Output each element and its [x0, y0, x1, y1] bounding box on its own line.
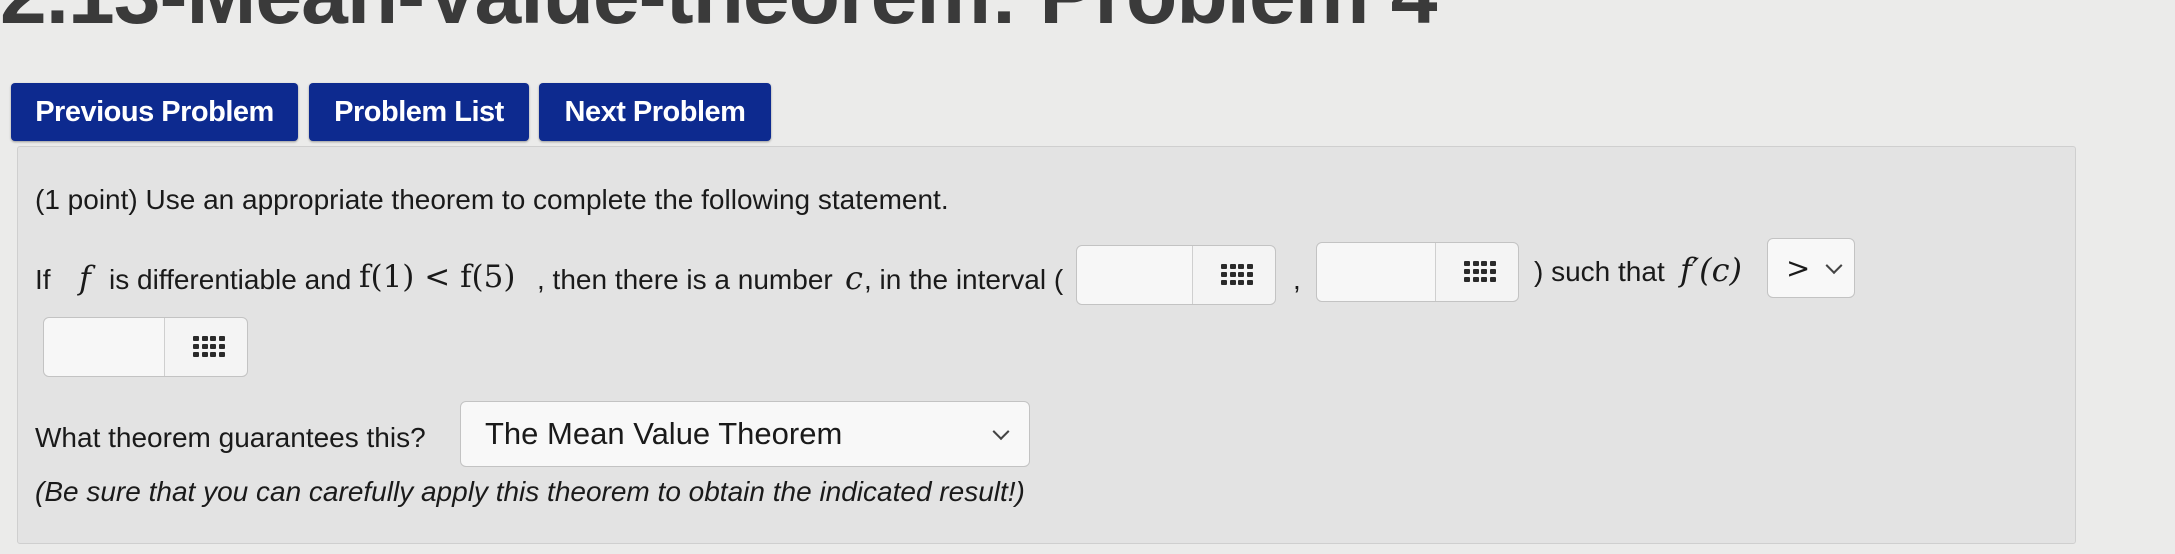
- grid-keypad-icon[interactable]: [1221, 264, 1253, 286]
- chevron-down-icon: [992, 423, 1010, 441]
- comparison-select[interactable]: >: [1767, 238, 1855, 298]
- grid-keypad-icon[interactable]: [1464, 261, 1496, 283]
- interval-right-answer[interactable]: [1316, 242, 1519, 302]
- interval-left-answer[interactable]: [1076, 245, 1276, 305]
- comparison-selected-value: >: [1786, 251, 1811, 285]
- statement-then: , then there is a number: [537, 264, 833, 295]
- number-c-symbol: c: [845, 259, 863, 297]
- chevron-down-icon: [1825, 257, 1843, 275]
- statement-interval: , in the interval (: [864, 264, 1064, 295]
- interval-right-input[interactable]: [1317, 243, 1436, 301]
- f-prime-of-c: f′(c): [1680, 251, 1742, 289]
- comparison-value-input[interactable]: [44, 318, 165, 376]
- problem-intro: (1 point) Use an appropriate theorem to …: [35, 184, 949, 215]
- theorem-selected-value: The Mean Value Theorem: [485, 416, 843, 451]
- inequality-expression: f(1) < f(5): [359, 259, 516, 295]
- theorem-question: What theorem guarantees this?: [35, 422, 426, 453]
- interval-left-input[interactable]: [1077, 246, 1193, 304]
- theorem-select[interactable]: The Mean Value Theorem: [460, 401, 1030, 467]
- next-problem-button[interactable]: Next Problem: [539, 83, 771, 141]
- grid-keypad-icon[interactable]: [193, 336, 225, 358]
- previous-problem-button[interactable]: Previous Problem: [11, 83, 298, 141]
- page-title: 2.13-Mean-Value-theorem: Problem 4: [0, 0, 1437, 43]
- problem-list-button[interactable]: Problem List: [309, 83, 529, 141]
- comparison-value-answer[interactable]: [43, 317, 248, 377]
- interval-comma: ,: [1293, 264, 1301, 295]
- instruction-note: (Be sure that you can carefully apply th…: [35, 476, 1025, 507]
- statement-differentiable: is differentiable and: [109, 264, 352, 295]
- statement-such-that: ) such that: [1534, 256, 1665, 287]
- statement-if: If: [35, 264, 51, 295]
- function-f-symbol: f: [79, 259, 91, 297]
